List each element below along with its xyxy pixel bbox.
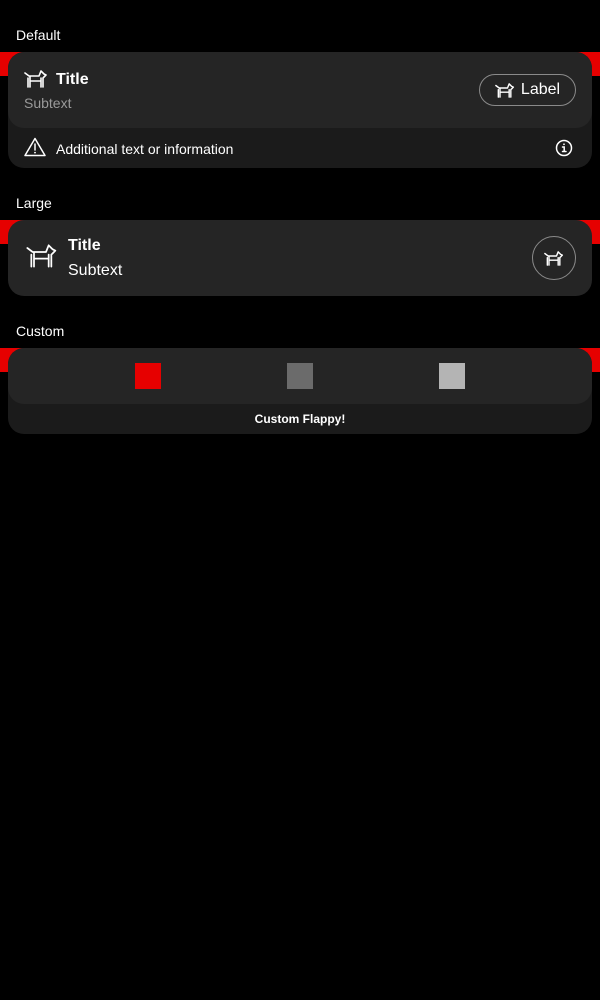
card-footer: Additional text or information (8, 128, 592, 168)
color-swatch-red (135, 363, 161, 389)
dog-icon (544, 250, 564, 267)
card-title: Title (56, 71, 89, 88)
warning-icon (24, 137, 46, 157)
card-header (8, 348, 592, 404)
color-swatch-light-gray (439, 363, 465, 389)
footer-text: Additional text or information (56, 141, 234, 157)
dog-icon (495, 82, 515, 99)
dog-icon (26, 242, 58, 270)
section-label-custom: Custom (16, 323, 65, 339)
icon-button[interactable] (532, 236, 576, 280)
custom-footer-text: Custom Flappy! (254, 412, 346, 426)
large-flappy-card: Title Subtext (8, 220, 592, 296)
label-button-text: Label (520, 81, 561, 98)
section-label-large: Large (16, 195, 52, 211)
label-button[interactable]: Label (479, 74, 576, 106)
info-icon[interactable] (555, 139, 573, 157)
color-swatch-gray (287, 363, 313, 389)
section-label-default: Default (16, 27, 61, 43)
card-subtext: Subtext (24, 95, 72, 111)
card-title: Title (68, 237, 101, 254)
card-header: Title Subtext Label (8, 52, 592, 128)
custom-flappy-card: Custom Flappy! (8, 348, 592, 434)
card-subtext: Subtext (68, 262, 123, 279)
default-flappy-card: Title Subtext Label Additional text or i… (8, 52, 592, 168)
dog-icon (24, 69, 48, 89)
